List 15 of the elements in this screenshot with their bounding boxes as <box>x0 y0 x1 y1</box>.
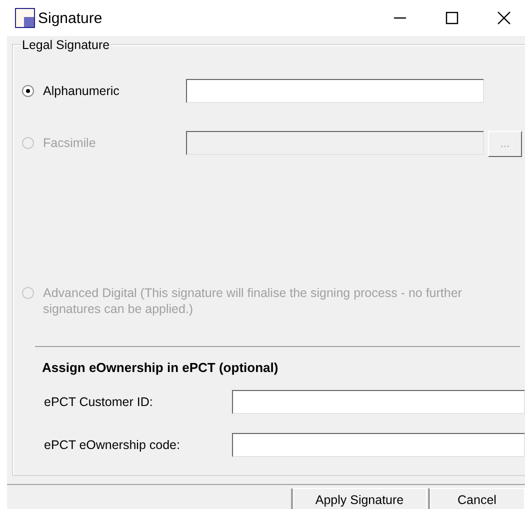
section-heading: Assign eOwnership in ePCT (optional) <box>42 360 280 375</box>
window-title: Signature <box>38 10 104 26</box>
input-field[interactable] <box>232 390 525 414</box>
radio-label: Alphanumeric <box>43 83 120 99</box>
radio-button[interactable] <box>22 85 34 97</box>
field-label: ePCT eOwnership code: <box>44 438 181 452</box>
apply-button[interactable]: Apply Signature <box>291 488 427 509</box>
radio-label: Advanced Digital (This signature will finalise the signing process - no further signatures can be applied.) <box>43 285 463 317</box>
signature-field[interactable] <box>186 79 484 103</box>
cancel-button[interactable]: Cancel <box>428 488 525 509</box>
radio-label: Facsimile <box>43 135 97 151</box>
app-icon <box>15 8 35 28</box>
field-label: ePCT Customer ID: <box>44 395 154 409</box>
input-field[interactable] <box>232 433 525 457</box>
group-title: Legal Signature <box>21 38 111 52</box>
